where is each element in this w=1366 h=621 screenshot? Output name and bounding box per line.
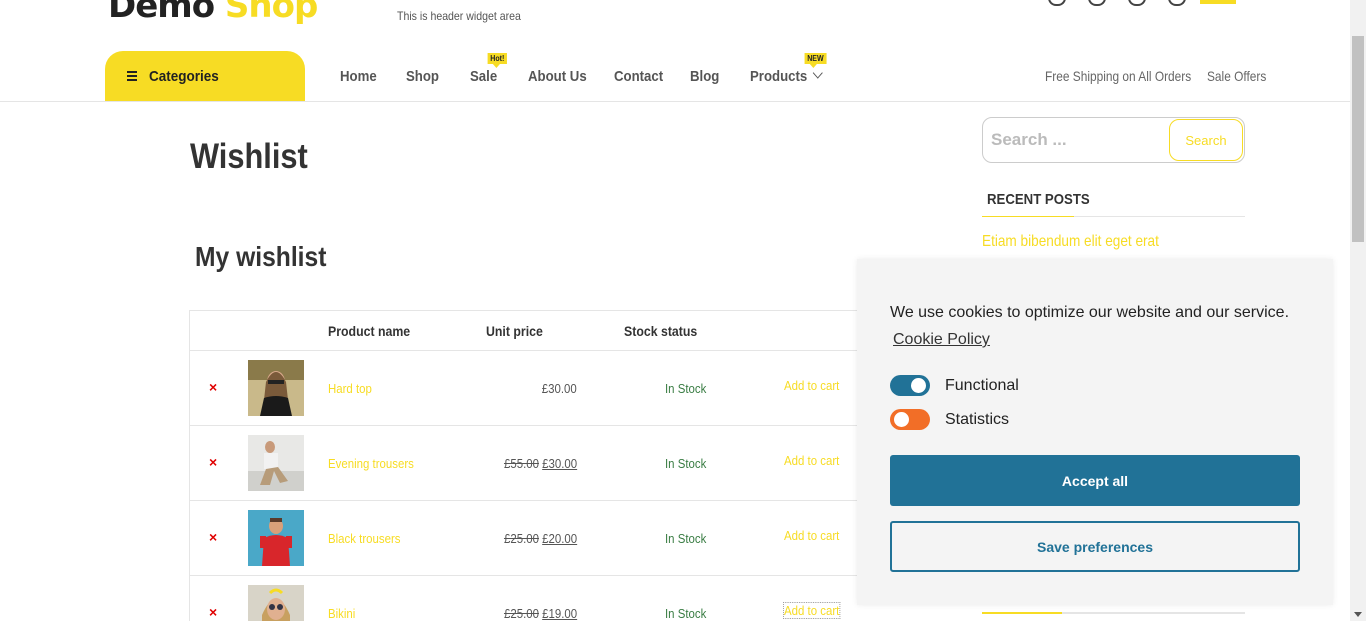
product-name-link[interactable]: Bikini [328,606,355,621]
main-navigation: Categories Home Shop Hot! Sale About Us C… [0,51,1350,102]
statistics-toggle[interactable] [890,409,930,430]
remove-icon[interactable]: × [209,379,217,395]
statistics-label: Statistics [945,411,1010,428]
header-widget-text: This is header widget area [397,9,521,23]
column-product-name: Product name [328,323,411,339]
nav-item-contact[interactable]: Contact [614,68,663,85]
recent-posts-title: RECENT POSTS [987,191,1090,208]
product-thumbnail[interactable] [248,360,304,416]
table-row: × Black trousers £25.00 £20.00 In Stock … [190,501,867,576]
search-form: Search [982,117,1245,163]
scroll-down-icon[interactable] [1354,612,1362,617]
save-preferences-button[interactable]: Save preferences [890,521,1300,572]
table-header: Product name Unit price Stock status [190,311,867,351]
product-name-link[interactable]: Evening trousers [328,456,414,471]
add-to-cart-link[interactable]: Add to cart [784,378,839,393]
accept-all-button[interactable]: Accept all [890,455,1300,506]
cookie-consent-panel: We use cookies to optimize our website a… [857,259,1333,605]
add-to-cart-link[interactable]: Add to cart [783,602,841,619]
new-badge: NEW [804,53,827,68]
hot-badge: Hot! [487,53,507,68]
stock-status: In Stock [665,381,707,396]
column-stock-status: Stock status [624,323,698,339]
table-row: × Evening trousers £55.00 £30.00 In Stoc… [190,426,867,501]
nav-item-about-us[interactable]: About Us [528,68,587,85]
functional-toggle[interactable] [890,375,930,396]
product-thumbnail[interactable] [248,510,304,566]
recent-post-link[interactable]: Etiam bibendum elit eget erat [982,233,1159,251]
menu-icon [127,71,137,81]
unit-price: £55.00 £30.00 [503,456,577,471]
free-shipping-link[interactable]: Free Shipping on All Orders [1045,68,1191,84]
categories-button[interactable]: Categories [105,51,305,101]
header-icons [1048,0,1236,6]
functional-label: Functional [945,377,1019,394]
column-unit-price: Unit price [486,323,543,339]
cookie-message: We use cookies to optimize our website a… [890,304,1290,321]
whatsapp-icon[interactable] [1048,0,1066,6]
page-scrollbar[interactable] [1350,0,1366,621]
table-row: × Hard top £30.00 In Stock Add to cart [190,351,867,426]
nav-item-sale[interactable]: Hot! Sale [470,53,507,85]
product-name-link[interactable]: Hard top [328,381,372,396]
stock-status: In Stock [665,606,707,621]
remove-icon[interactable]: × [209,529,217,545]
toggle-knob [911,378,926,393]
add-to-cart-link[interactable]: Add to cart [784,453,839,468]
page-title: Wishlist [190,137,308,176]
nav-item-products[interactable]: NEW Products [750,53,827,85]
toggle-knob [894,412,909,427]
site-logo[interactable]: Demo Shop [108,0,318,26]
product-name-link[interactable]: Black trousers [328,531,400,546]
user-icon[interactable] [1128,0,1146,6]
sale-offers-link[interactable]: Sale Offers [1207,68,1266,84]
nav-item-shop[interactable]: Shop [406,68,439,85]
cart-icon[interactable] [1168,0,1186,6]
wishlist-table: Product name Unit price Stock status × H… [189,310,867,621]
product-thumbnail[interactable] [248,585,304,621]
scrollbar-thumb[interactable] [1352,36,1364,242]
table-row: × Bikini £25.00 £19.00 In Stock Add to c… [190,576,867,621]
cookie-policy-link[interactable]: Cookie Policy [893,331,990,349]
recent-posts-divider [982,216,1245,217]
search-input[interactable] [991,126,1161,154]
product-thumbnail[interactable] [248,435,304,491]
unit-price: £30.00 [542,381,577,396]
nav-item-blog[interactable]: Blog [690,68,719,85]
add-to-cart-link[interactable]: Add to cart [784,528,839,543]
location-icon[interactable] [1088,0,1106,6]
remove-icon[interactable]: × [209,604,217,620]
wishlist-heading: My wishlist [195,241,327,272]
stock-status: In Stock [665,456,707,471]
nav-item-home[interactable]: Home [340,68,377,85]
search-button[interactable]: Search [1169,119,1243,161]
stock-status: In Stock [665,531,707,546]
sidebar-divider [982,612,1245,614]
cart-count-badge [1200,0,1236,4]
nav-menu: Home Shop Hot! Sale About Us Contact Blog… [340,53,848,85]
chevron-down-icon [812,67,823,79]
unit-price: £25.00 £19.00 [503,606,577,621]
unit-price: £25.00 £20.00 [503,531,577,546]
remove-icon[interactable]: × [209,454,217,470]
